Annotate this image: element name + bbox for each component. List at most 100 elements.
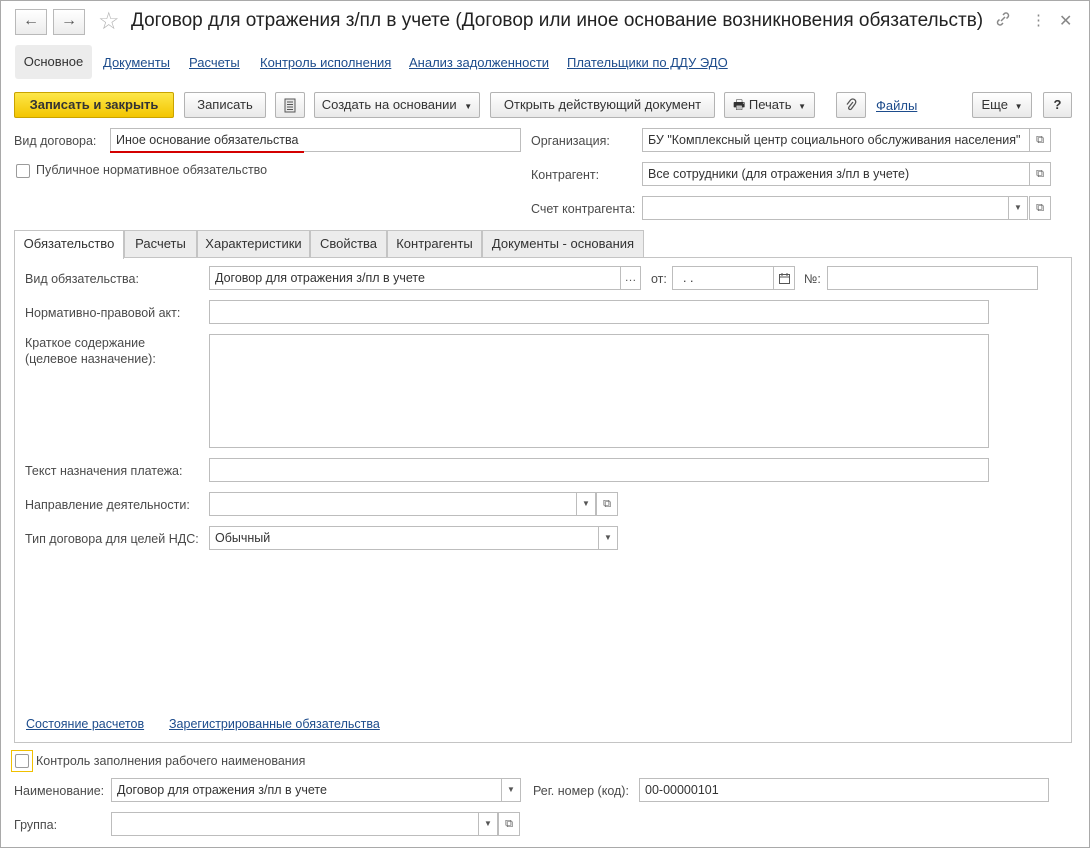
activity-direction-field[interactable]: [209, 492, 577, 516]
open-window-icon: ⧉: [1036, 168, 1044, 180]
summary-textarea[interactable]: [209, 334, 989, 448]
name-dropdown[interactable]: ▼: [501, 778, 521, 802]
contract-type-label: Вид договора:: [14, 134, 97, 148]
reg-number-field[interactable]: 00-00000101: [639, 778, 1049, 802]
counterparty-account-open-button[interactable]: ⧉: [1029, 196, 1051, 220]
number-label: №:: [804, 272, 821, 286]
name-control-checkbox[interactable]: [15, 754, 29, 768]
obligation-kind-select-button[interactable]: …: [620, 266, 641, 290]
organization-label: Организация:: [531, 134, 610, 148]
tab-base-documents[interactable]: Документы - основания: [482, 230, 644, 258]
public-obligation-checkbox[interactable]: [16, 164, 30, 178]
files-link[interactable]: Файлы: [876, 98, 917, 113]
counterparty-account-label: Счет контрагента:: [531, 202, 636, 216]
chevron-down-icon: ▼: [1014, 102, 1023, 111]
open-current-document-button[interactable]: Открыть действующий документ: [490, 92, 715, 118]
favorite-star-icon[interactable]: ☆: [98, 7, 120, 36]
nav-tab-main[interactable]: Основное: [15, 45, 92, 79]
save-and-close-button[interactable]: Записать и закрыть: [14, 92, 174, 118]
open-window-icon: ⧉: [1036, 202, 1044, 214]
obligation-kind-field[interactable]: Договор для отражения з/пл в учете: [209, 266, 621, 290]
open-window-icon: ⧉: [603, 498, 611, 510]
printer-icon: 🖶: [732, 97, 746, 112]
organization-field[interactable]: БУ "Комплексный центр социального обслуж…: [642, 128, 1030, 152]
document-list-button[interactable]: [275, 92, 305, 118]
counterparty-open-button[interactable]: ⧉: [1029, 162, 1051, 186]
window-title: Договор для отражения з/пл в учете (Дого…: [131, 10, 984, 31]
group-dropdown[interactable]: ▼: [478, 812, 498, 836]
chevron-down-icon: ▼: [582, 499, 590, 508]
legal-act-label: Нормативно-правовой акт:: [25, 306, 181, 320]
more-button[interactable]: Еще ▼: [972, 92, 1032, 118]
settlements-state-link[interactable]: Состояние расчетов: [26, 717, 144, 731]
name-field[interactable]: Договор для отражения з/пл в учете: [111, 778, 502, 802]
contract-type-field[interactable]: Иное основание обязательства: [110, 128, 521, 152]
summary-label: Краткое содержание: [25, 336, 146, 350]
counterparty-account-field[interactable]: [642, 196, 1009, 220]
chevron-down-icon: ▼: [604, 533, 612, 542]
open-window-icon: ⧉: [505, 818, 513, 830]
close-icon[interactable]: ✕: [1059, 11, 1072, 31]
arrow-right-icon: →: [61, 12, 77, 29]
save-button[interactable]: Записать: [184, 92, 266, 118]
organization-open-button[interactable]: ⧉: [1029, 128, 1051, 152]
number-field[interactable]: [827, 266, 1038, 290]
vat-type-dropdown[interactable]: ▼: [598, 526, 618, 550]
nav-link-payers-ddu-edo[interactable]: Плательщики по ДДУ ЭДО: [567, 55, 728, 70]
open-window-icon: ⧉: [1036, 134, 1044, 146]
registered-obligations-link[interactable]: Зарегистрированные обязательства: [169, 717, 380, 731]
paperclip-icon: [845, 98, 857, 115]
nav-link-execution-control[interactable]: Контроль исполнения: [260, 55, 391, 70]
group-label: Группа:: [14, 818, 58, 832]
tab-obligation[interactable]: Обязательство: [14, 230, 124, 259]
name-label: Наименование:: [14, 784, 105, 798]
nav-link-documents[interactable]: Документы: [103, 55, 170, 70]
tab-properties[interactable]: Свойства: [310, 230, 387, 258]
activity-direction-open-button[interactable]: ⧉: [596, 492, 618, 516]
print-button[interactable]: 🖶 Печать ▼: [724, 92, 815, 118]
document-window: ← → ☆ Договор для отражения з/пл в учете…: [0, 0, 1090, 848]
obligation-kind-label: Вид обязательства:: [25, 272, 139, 286]
highlight-underline: [110, 151, 304, 153]
activity-direction-dropdown[interactable]: ▼: [576, 492, 596, 516]
name-control-label: Контроль заполнения рабочего наименовани…: [36, 754, 306, 768]
date-from-label: от:: [651, 272, 667, 286]
group-open-button[interactable]: ⧉: [498, 812, 520, 836]
link-icon[interactable]: [995, 11, 1011, 32]
chevron-down-icon: ▼: [484, 819, 492, 828]
date-field[interactable]: . .: [672, 266, 774, 290]
back-button[interactable]: ←: [15, 9, 47, 35]
attach-files-button[interactable]: [836, 92, 866, 118]
chevron-down-icon: ▼: [464, 102, 473, 111]
nav-link-debt-analysis[interactable]: Анализ задолженности: [409, 55, 549, 70]
date-calendar-button[interactable]: [773, 266, 795, 290]
arrow-left-icon: ←: [23, 12, 39, 29]
counterparty-field[interactable]: Все сотрудники (для отражения з/пл в уче…: [642, 162, 1030, 186]
public-obligation-label: Публичное нормативное обязательство: [36, 163, 268, 177]
summary-label-purpose: (целевое назначение):: [25, 352, 156, 366]
more-vertical-icon[interactable]: ⋮: [1031, 11, 1046, 29]
create-based-on-button[interactable]: Создать на основании ▼: [314, 92, 480, 118]
chevron-down-icon: ▼: [798, 102, 807, 111]
activity-direction-label: Направление деятельности:: [25, 498, 190, 512]
counterparty-label: Контрагент:: [531, 168, 600, 182]
vat-type-label: Тип договора для целей НДС:: [25, 532, 199, 546]
tab-counterparties[interactable]: Контрагенты: [387, 230, 482, 258]
tab-settlements[interactable]: Расчеты: [124, 230, 197, 258]
payment-purpose-field[interactable]: [209, 458, 989, 482]
counterparty-account-dropdown[interactable]: ▼: [1008, 196, 1028, 220]
calendar-icon: [778, 273, 790, 286]
vat-type-field[interactable]: Обычный: [209, 526, 599, 550]
tab-characteristics[interactable]: Характеристики: [197, 230, 310, 258]
group-field[interactable]: [111, 812, 479, 836]
forward-button[interactable]: →: [53, 9, 85, 35]
legal-act-field[interactable]: [209, 300, 989, 324]
ellipsis-icon: …: [624, 270, 637, 284]
list-icon: [284, 98, 296, 116]
chevron-down-icon: ▼: [1014, 203, 1022, 212]
help-button[interactable]: ?: [1043, 92, 1072, 118]
payment-purpose-label: Текст назначения платежа:: [25, 464, 183, 478]
chevron-down-icon: ▼: [507, 785, 515, 794]
nav-link-settlements[interactable]: Расчеты: [189, 55, 240, 70]
reg-number-label: Рег. номер (код):: [533, 784, 629, 798]
